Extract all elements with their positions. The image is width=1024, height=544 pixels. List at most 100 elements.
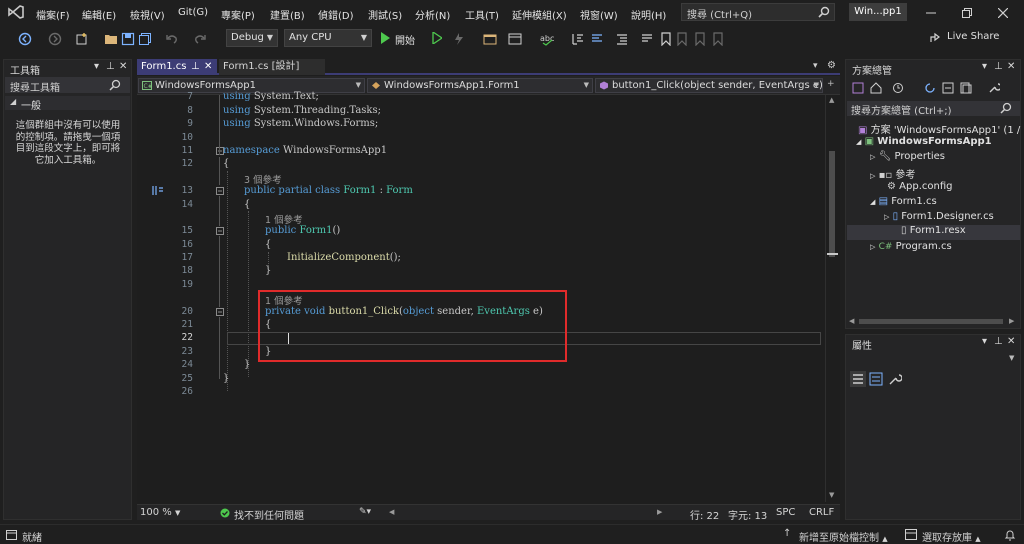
comment-icon[interactable]	[640, 32, 654, 46]
vs-logo-icon[interactable]	[8, 5, 24, 19]
brush-icon[interactable]: ✎▾	[359, 507, 371, 517]
home-icon[interactable]	[870, 82, 882, 94]
menu-tools[interactable]: 工具(T)	[465, 7, 499, 22]
vertical-scrollbar[interactable]: ▲ ▼	[825, 95, 838, 502]
format-icon[interactable]	[571, 32, 585, 46]
fold-icon[interactable]	[216, 227, 224, 235]
browse-icon[interactable]	[483, 32, 497, 46]
tree-item-form1-cs[interactable]: ◢ ▤ Form1.cs	[870, 196, 937, 207]
layout-icon[interactable]	[508, 32, 522, 46]
panel-menu-icon[interactable]: ▾	[982, 336, 987, 347]
scroll-up-icon[interactable]: ▲	[829, 96, 834, 104]
tab-list-icon[interactable]: ▾	[813, 61, 818, 71]
bookmark-next-icon[interactable]	[694, 32, 708, 46]
pin-icon[interactable]: ⊥	[191, 59, 200, 74]
menu-file[interactable]: 檔案(F)	[36, 7, 70, 22]
tree-item-project[interactable]: ◢ ▣ WindowsFormsApp1	[856, 136, 992, 147]
categorized-icon[interactable]	[850, 371, 866, 387]
panel-menu-icon[interactable]: ▾	[94, 61, 99, 72]
configuration-select[interactable]: Debug ▼	[226, 29, 278, 47]
menu-view[interactable]: 檢視(V)	[130, 7, 165, 22]
tab-form1-designer[interactable]: Form1.cs [設計]	[219, 59, 325, 75]
panel-menu-icon[interactable]: ▾	[982, 61, 987, 72]
fold-icon[interactable]	[216, 187, 224, 195]
pin-icon[interactable]: ⊥	[994, 61, 1003, 72]
reference-count-link[interactable]: 3 個參考	[244, 172, 282, 186]
alphabetical-icon[interactable]	[869, 372, 883, 386]
switch-views-icon[interactable]	[852, 82, 864, 94]
menu-debug[interactable]: 偵錯(D)	[318, 7, 354, 22]
horizontal-scrollbar[interactable]: ◀ ▶	[847, 316, 1020, 327]
open-folder-icon[interactable]	[104, 32, 118, 46]
start-button[interactable]: 開始	[378, 31, 428, 47]
panel-close-icon[interactable]: ✕	[1007, 336, 1015, 347]
tab-close-icon[interactable]: ✕	[204, 59, 212, 74]
whitespace-indicator[interactable]: SPC	[776, 507, 795, 518]
fold-icon[interactable]	[216, 308, 224, 316]
tree-item-program-cs[interactable]: ▷ C# Program.cs	[870, 241, 952, 252]
scrollbar-thumb[interactable]	[829, 151, 835, 257]
wrench-icon[interactable]	[988, 82, 1000, 94]
menu-build[interactable]: 建置(B)	[270, 7, 305, 22]
minimize-icon[interactable]	[926, 8, 936, 18]
menu-help[interactable]: 說明(H)	[631, 7, 666, 22]
toolbox-group-general[interactable]: ◢ 一般	[5, 96, 130, 112]
toolbox-search-input[interactable]: 搜尋工具箱	[5, 77, 130, 94]
select-repository-button[interactable]: 選取存放庫 ▲	[922, 529, 981, 544]
tree-item-form1-designer[interactable]: ▷ ▯ Form1.Designer.cs	[884, 211, 994, 222]
property-pages-icon[interactable]	[888, 372, 902, 386]
show-all-files-icon[interactable]	[960, 82, 972, 94]
menu-git[interactable]: Git(G)	[178, 7, 208, 18]
save-icon[interactable]	[121, 32, 135, 46]
gear-icon[interactable]: ⚙	[827, 60, 836, 71]
forward-icon[interactable]	[48, 32, 62, 46]
zoom-select[interactable]: 100 % ▼	[140, 507, 180, 518]
uncomment-icon[interactable]	[590, 32, 604, 46]
column-indicator[interactable]: 字元: 13	[728, 507, 767, 522]
bookmark-clear-icon[interactable]	[712, 32, 726, 46]
panel-close-icon[interactable]: ✕	[1007, 61, 1015, 72]
indent-icon[interactable]	[615, 32, 629, 46]
history-icon[interactable]	[892, 82, 904, 94]
menu-test[interactable]: 測試(S)	[368, 7, 402, 22]
tab-form1-cs[interactable]: Form1.cs ⊥ ✕	[137, 59, 217, 75]
notifications-icon[interactable]	[1004, 529, 1016, 541]
tree-item-form1-resx[interactable]: ▯ Form1.resx	[847, 225, 1020, 240]
undo-icon[interactable]	[165, 32, 179, 46]
new-project-icon[interactable]	[75, 32, 89, 46]
scrollbar-thumb[interactable]	[859, 319, 1003, 324]
close-icon[interactable]	[998, 8, 1008, 18]
search-input[interactable]: 搜尋 (Ctrl+Q)	[681, 3, 835, 21]
start-without-debug-icon[interactable]	[432, 32, 442, 44]
tree-item-references[interactable]: ▷ ▪▫ 參考	[870, 166, 915, 181]
live-share-button[interactable]: Live Share	[930, 30, 1020, 46]
add-to-source-control-button[interactable]: 新增至原始檔控制 ▲	[799, 529, 888, 544]
class-nav-select[interactable]: WindowsFormsApp1.Form1 ▼	[367, 78, 593, 93]
tree-item-properties[interactable]: ▷ 🔧︎ Properties	[870, 151, 945, 162]
scroll-down-icon[interactable]: ▼	[829, 491, 834, 499]
sync-icon[interactable]	[924, 82, 936, 94]
tree-item-solution[interactable]: ▣ 方案 'WindowsFormsApp1' (1 / 1	[858, 121, 1024, 136]
scroll-right-icon[interactable]: ▶	[1009, 317, 1014, 325]
scroll-left-icon[interactable]: ◀	[849, 317, 854, 325]
issues-status[interactable]: 找不到任何問題	[234, 507, 304, 522]
line-indicator[interactable]: 行: 22	[690, 507, 719, 522]
scroll-right-icon[interactable]: ▶	[657, 508, 662, 516]
back-icon[interactable]	[18, 32, 32, 46]
collapse-all-icon[interactable]	[942, 82, 954, 94]
pin-icon[interactable]: ⊥	[994, 336, 1003, 347]
menu-analyze[interactable]: 分析(N)	[415, 7, 450, 22]
menu-extensions[interactable]: 延伸模組(X)	[512, 7, 567, 22]
code-area[interactable]: 7 8 9 10 11 12 13 14 15 16 17 18 19 20 2…	[137, 91, 827, 501]
restore-icon[interactable]	[962, 8, 972, 18]
line-ending-indicator[interactable]: CRLF	[809, 507, 834, 518]
menu-project[interactable]: 專案(P)	[221, 7, 255, 22]
hot-reload-icon[interactable]	[452, 32, 466, 46]
bookmark-icon[interactable]	[660, 32, 674, 46]
redo-icon[interactable]	[193, 32, 207, 46]
menu-window[interactable]: 視窗(W)	[580, 7, 618, 22]
platform-select[interactable]: Any CPU ▼	[284, 29, 372, 47]
menu-edit[interactable]: 編輯(E)	[82, 7, 116, 22]
scroll-left-icon[interactable]: ◀	[389, 508, 394, 516]
solution-search-input[interactable]: 搜尋方案總管 (Ctrl+;)	[847, 101, 1020, 117]
